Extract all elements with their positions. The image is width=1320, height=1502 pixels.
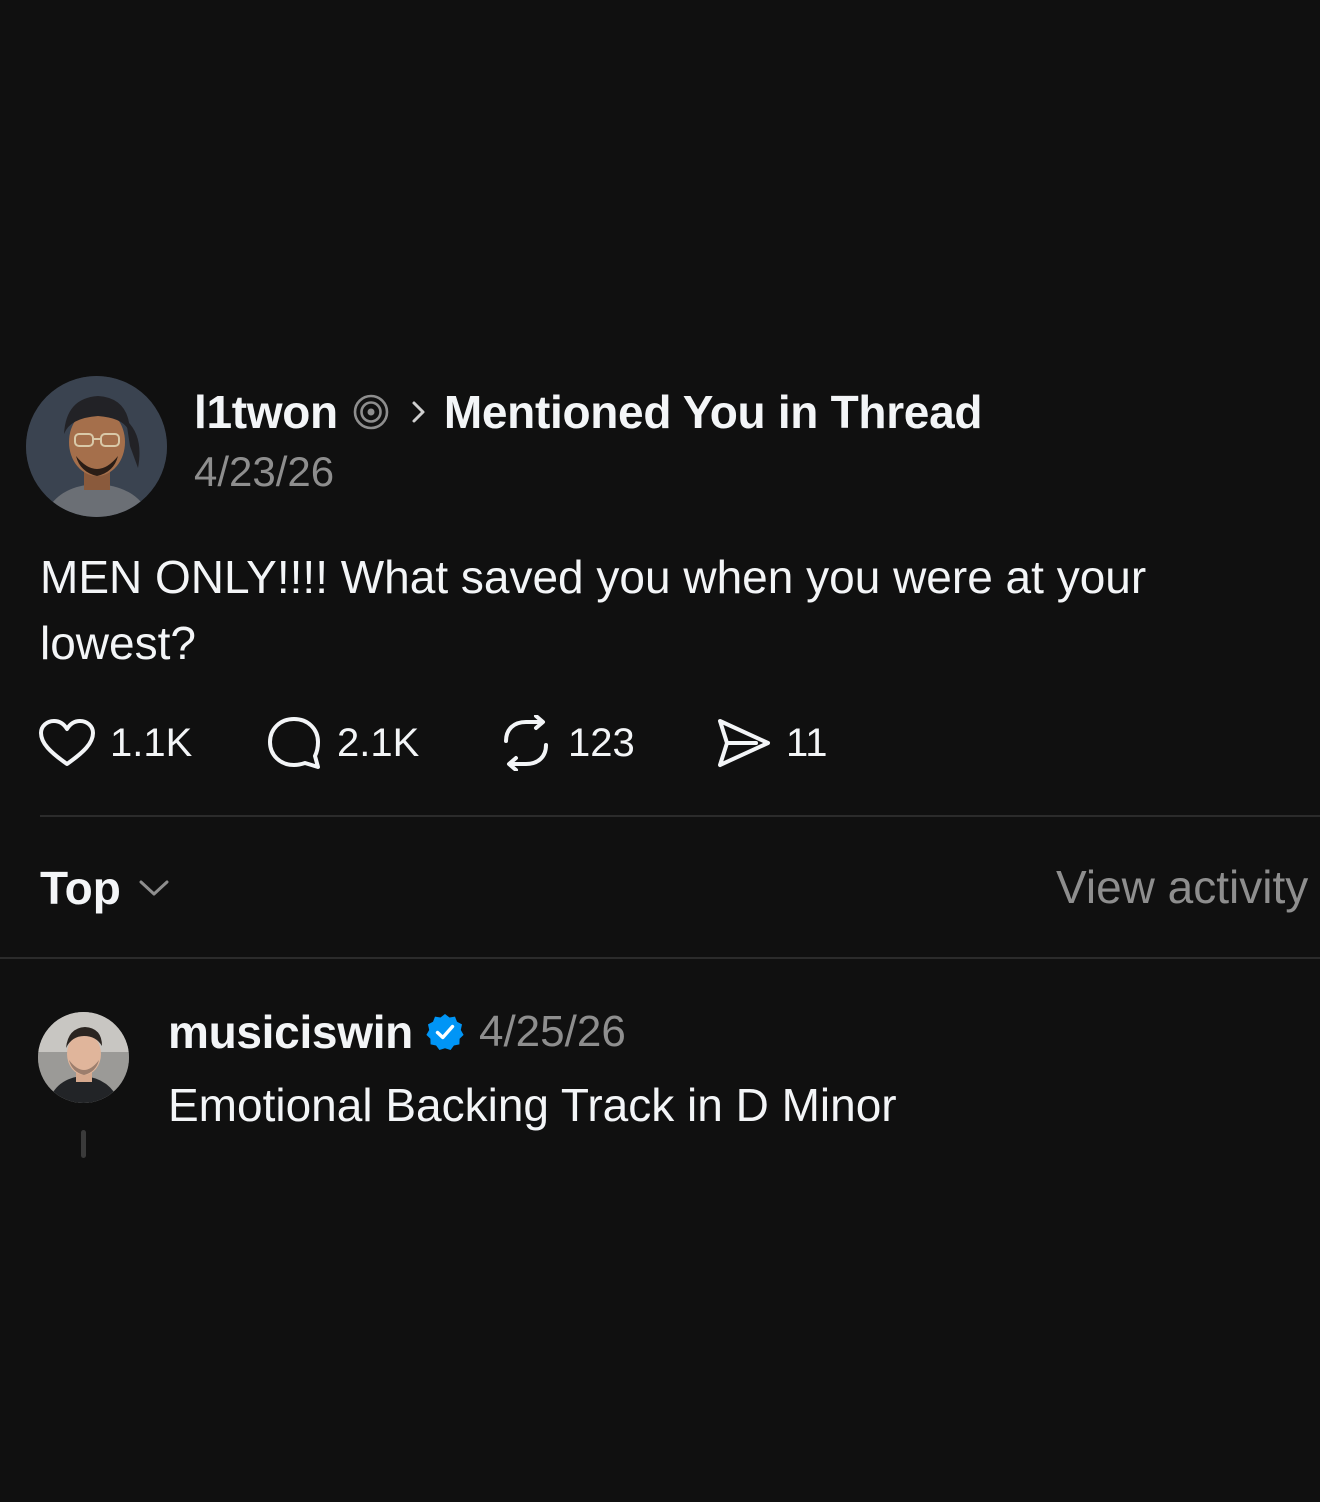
repost-icon [504, 715, 548, 771]
sort-label: Top [40, 862, 121, 914]
share-button[interactable]: 11 [716, 712, 828, 774]
thread-page: l1twon Mentioned You in Thread 4/23/26 M… [0, 0, 1320, 1502]
divider [0, 957, 1320, 959]
post-date: 4/23/26 [194, 448, 335, 495]
verified-checkmark-icon [425, 1012, 465, 1052]
like-count: 1.1K [110, 720, 193, 765]
reply-date: 4/25/26 [478, 1007, 626, 1056]
sort-dropdown[interactable]: Top [40, 858, 171, 918]
post-author-avatar[interactable] [26, 376, 167, 517]
chevron-down-icon [137, 877, 171, 899]
post-context-label[interactable]: Mentioned You in Thread [444, 385, 983, 439]
post-text: MEN ONLY!!!! What saved you when you wer… [40, 551, 1147, 669]
repost-count: 123 [568, 720, 635, 765]
like-button[interactable]: 1.1K [38, 712, 192, 774]
threads-badge-icon [352, 393, 390, 431]
reply-author-avatar[interactable] [38, 1012, 129, 1103]
view-activity-link[interactable]: View activity [1056, 860, 1308, 914]
share-count: 11 [786, 720, 828, 765]
post-username[interactable]: l1twon [194, 385, 338, 439]
reply-text: Emotional Backing Track in D Minor [168, 1079, 897, 1131]
reply-username[interactable]: musiciswin [168, 1005, 413, 1059]
reply-button[interactable]: 2.1K [265, 712, 419, 774]
reply-count: 2.1K [337, 720, 420, 765]
send-icon [718, 719, 770, 767]
comment-bubble-icon [268, 717, 320, 769]
thread-line [81, 1130, 86, 1158]
post-header: l1twon Mentioned You in Thread [194, 384, 982, 440]
heart-icon [39, 719, 95, 766]
reply-header: musiciswin 4/25/26 [168, 1004, 626, 1060]
repost-button[interactable]: 123 [498, 712, 635, 774]
divider [40, 815, 1320, 817]
chevron-right-icon [408, 397, 430, 427]
